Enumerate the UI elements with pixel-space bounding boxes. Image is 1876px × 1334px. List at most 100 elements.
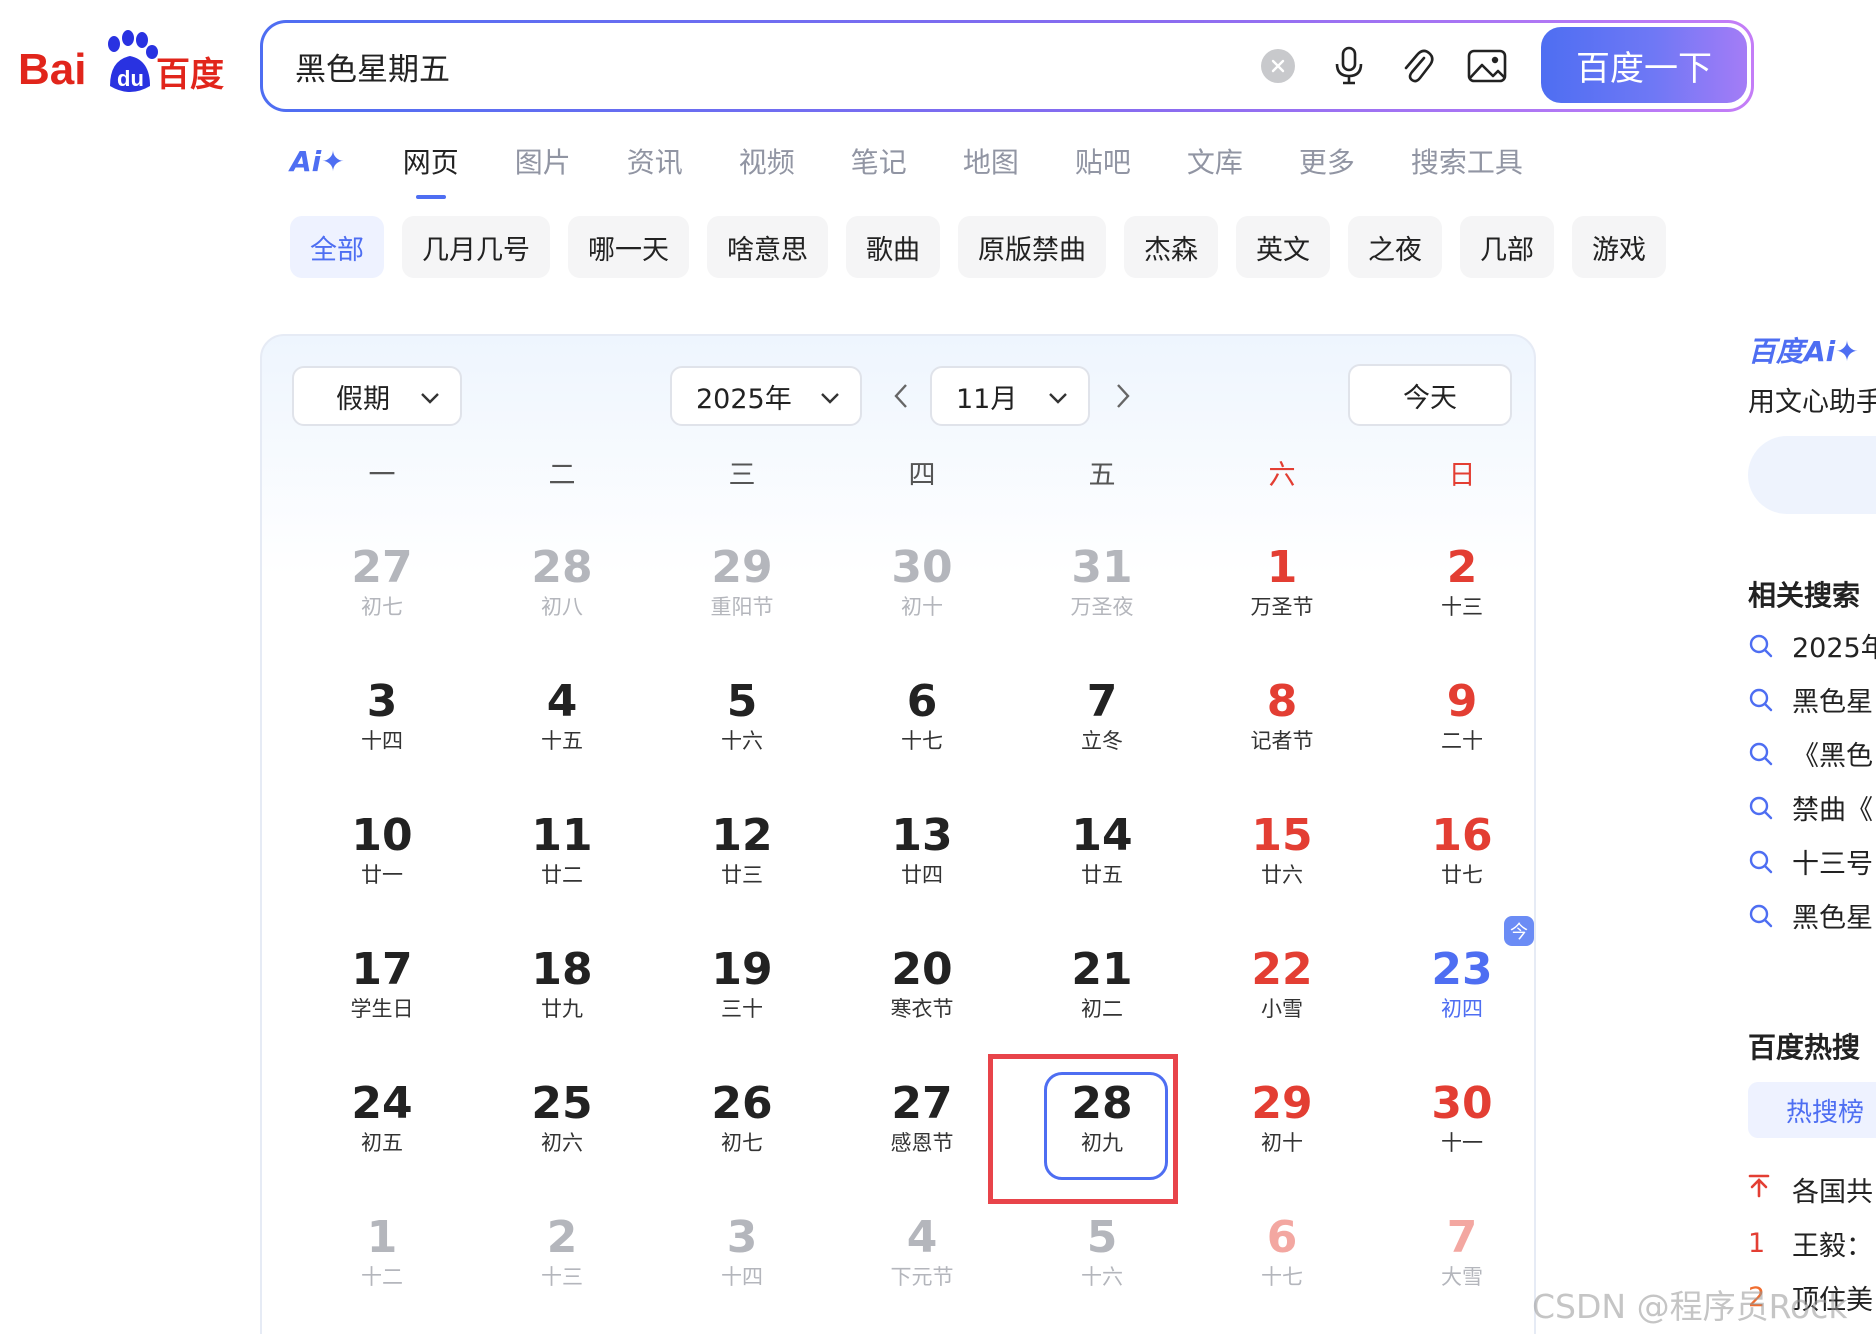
related-search-item[interactable]: 十三号: [1748, 842, 1873, 881]
related-search-item[interactable]: 2025年: [1748, 626, 1876, 665]
chip[interactable]: 游戏: [1572, 216, 1666, 278]
calendar-day[interactable]: 24 初五: [292, 1068, 472, 1202]
calendar-day-today[interactable]: 23 初四 今: [1372, 916, 1552, 1068]
lunar-label: 十三: [1441, 595, 1483, 619]
search-inner: 黑色星期五 百度一下: [263, 23, 1751, 109]
calendar-day[interactable]: 27 感恩节: [832, 1068, 1012, 1202]
calendar-day[interactable]: 29 重阳节: [652, 532, 832, 666]
calendar-day[interactable]: 16 廿七: [1372, 800, 1552, 934]
calendar-day[interactable]: 12 廿三: [652, 800, 832, 934]
tab-news[interactable]: 资讯: [627, 141, 683, 181]
calendar-day[interactable]: 2 十三: [1372, 532, 1552, 666]
calendar-day[interactable]: 5 十六: [652, 666, 832, 800]
month-select[interactable]: 11月: [930, 366, 1090, 426]
holiday-select[interactable]: 假期: [292, 366, 462, 426]
calendar-day[interactable]: 25 初六: [472, 1068, 652, 1202]
calendar-day[interactable]: 30 初十: [832, 532, 1012, 666]
tab-web[interactable]: 网页: [403, 141, 459, 181]
prev-month-icon[interactable]: [890, 380, 912, 412]
related-search-item[interactable]: 黑色星: [1748, 896, 1873, 935]
chip[interactable]: 英文: [1236, 216, 1330, 278]
calendar-day[interactable]: 7 立冬: [1012, 666, 1192, 800]
calendar-day[interactable]: 30 十一: [1372, 1068, 1552, 1202]
tab-notes[interactable]: 笔记: [851, 141, 907, 181]
hot-search-item[interactable]: 各国共: [1748, 1170, 1873, 1209]
image-search-icon[interactable]: [1465, 44, 1509, 88]
year-select[interactable]: 2025年: [670, 366, 862, 426]
hot-search-item[interactable]: 1 王毅：: [1748, 1224, 1873, 1263]
calendar-day[interactable]: 13 廿四: [832, 800, 1012, 934]
chip[interactable]: 歌曲: [846, 216, 940, 278]
calendar-day[interactable]: 29 初十: [1192, 1068, 1372, 1202]
calendar-day[interactable]: 27 初七: [292, 532, 472, 666]
lunar-label: 初六: [541, 1131, 583, 1155]
attachment-icon[interactable]: [1397, 44, 1437, 88]
calendar-day[interactable]: 28 初八: [472, 532, 652, 666]
calendar-day[interactable]: 2 十三: [472, 1202, 652, 1334]
chip[interactable]: 啥意思: [707, 216, 828, 278]
chip-all[interactable]: 全部: [290, 216, 384, 278]
lunar-label: 廿五: [1081, 863, 1123, 887]
calendar-day[interactable]: 11 廿二: [472, 800, 652, 934]
tab-map[interactable]: 地图: [963, 141, 1019, 181]
calendar-day[interactable]: 8 记者节: [1192, 666, 1372, 800]
calendar-day[interactable]: 1 十二: [292, 1202, 472, 1334]
calendar-day[interactable]: 7 大雪: [1372, 1202, 1552, 1334]
tab-images[interactable]: 图片: [515, 141, 571, 181]
calendar-day[interactable]: 21 初二: [1012, 934, 1192, 1068]
hot-list-tab[interactable]: 热搜榜: [1748, 1082, 1876, 1138]
search-input[interactable]: 黑色星期五: [295, 23, 450, 109]
chip[interactable]: 几月几号: [402, 216, 550, 278]
tab-search-tools[interactable]: 搜索工具: [1411, 141, 1523, 181]
calendar-day[interactable]: 19 三十: [652, 934, 832, 1068]
tab-ai[interactable]: Ai✦: [290, 145, 345, 178]
related-search-item[interactable]: 《黑色: [1748, 734, 1873, 773]
related-search-item[interactable]: 禁曲《: [1748, 788, 1873, 827]
calendar-day[interactable]: 22 小雪: [1192, 934, 1372, 1068]
clear-icon[interactable]: [1261, 49, 1295, 83]
calendar-day[interactable]: 26 初七: [652, 1068, 832, 1202]
related-search-item[interactable]: 黑色星: [1748, 680, 1873, 719]
chip[interactable]: 几部: [1460, 216, 1554, 278]
weekday-label: 三: [728, 460, 756, 491]
tab-more[interactable]: 更多: [1299, 141, 1355, 181]
baidu-ai-brand[interactable]: 百度Ai✦: [1748, 330, 1859, 370]
day-number: 2: [1446, 542, 1478, 593]
chip[interactable]: 原版禁曲: [958, 216, 1106, 278]
search-button[interactable]: 百度一下: [1541, 27, 1747, 103]
calendar-day[interactable]: 18 廿九: [472, 934, 652, 1068]
calendar-day[interactable]: 3 十四: [652, 1202, 832, 1334]
lunar-label: 廿三: [721, 863, 763, 887]
calendar-day[interactable]: 1 万圣节: [1192, 532, 1372, 666]
calendar-day[interactable]: 17 学生日: [292, 934, 472, 1068]
calendar-day[interactable]: 6 十七: [832, 666, 1012, 800]
chip[interactable]: 哪一天: [568, 216, 689, 278]
lunar-label: 廿九: [541, 997, 583, 1021]
calendar-day[interactable]: 9 二十: [1372, 666, 1552, 800]
calendar-day[interactable]: 20 寒衣节: [832, 934, 1012, 1068]
day-number: 31: [1071, 542, 1133, 593]
calendar-day[interactable]: 31 万圣夜: [1012, 532, 1192, 666]
tab-wenku[interactable]: 文库: [1187, 141, 1243, 181]
day-number: 20: [891, 944, 953, 995]
calendar-day[interactable]: 3 十四: [292, 666, 472, 800]
calendar-day[interactable]: 6 十七: [1192, 1202, 1372, 1334]
chip[interactable]: 之夜: [1348, 216, 1442, 278]
tab-tieba[interactable]: 贴吧: [1075, 141, 1131, 181]
calendar-day[interactable]: 5 十六: [1012, 1202, 1192, 1334]
calendar-day[interactable]: 15 廿六: [1192, 800, 1372, 934]
next-month-icon[interactable]: [1112, 380, 1134, 412]
weekday-label: 六: [1268, 460, 1296, 491]
tab-video[interactable]: 视频: [739, 141, 795, 181]
calendar-day[interactable]: 10 廿一: [292, 800, 472, 934]
lunar-label: 小雪: [1261, 997, 1303, 1021]
day-number: 15: [1251, 810, 1313, 861]
today-button[interactable]: 今天: [1348, 364, 1512, 426]
microphone-icon[interactable]: [1329, 44, 1369, 88]
baidu-logo[interactable]: Bai du 百度: [18, 26, 228, 98]
calendar-day[interactable]: 4 十五: [472, 666, 652, 800]
chip[interactable]: 杰森: [1124, 216, 1218, 278]
calendar-day[interactable]: 14 廿五: [1012, 800, 1192, 934]
ai-input-pill[interactable]: [1748, 436, 1876, 514]
calendar-day[interactable]: 4 下元节: [832, 1202, 1012, 1334]
